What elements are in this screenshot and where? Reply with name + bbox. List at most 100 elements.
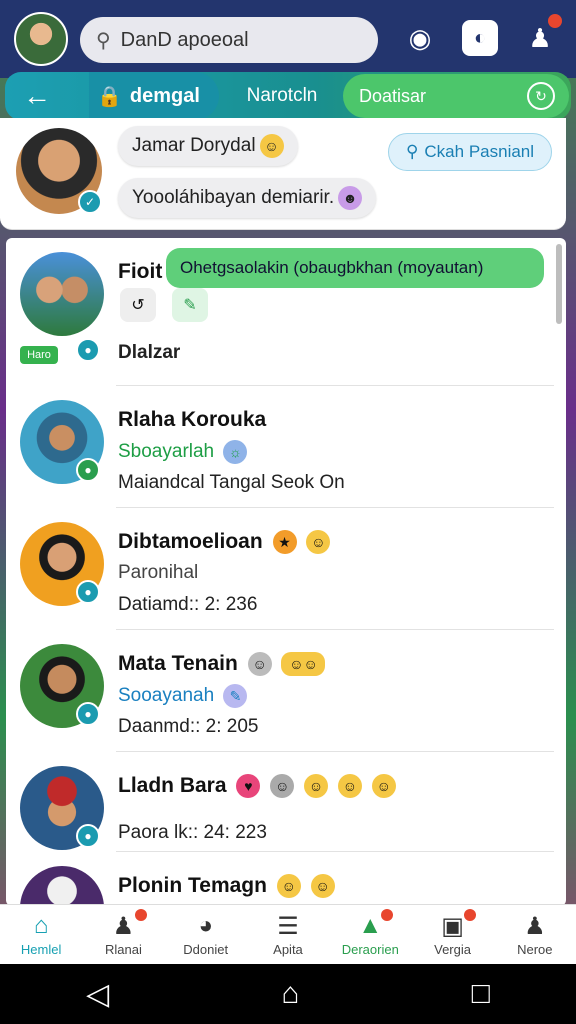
people-icon: ♟	[112, 913, 135, 940]
contact-message: Datiamd:: 2: 236	[118, 594, 258, 615]
status-icon: ●	[76, 824, 100, 848]
scrollbar[interactable]	[556, 244, 562, 324]
search-icon: ⚲	[405, 142, 419, 161]
contact-name: Plonin Temagn ☺ ☺	[118, 874, 335, 899]
status-icon: ●	[76, 338, 100, 362]
search-placeholder: DanD apoeoal	[120, 28, 249, 51]
nav-alert[interactable]: ▲ Deraorien	[329, 905, 411, 964]
profile-card: ✓ Jamar Dorydal ☺ Yoooláhibayan demiarir…	[0, 118, 566, 230]
edit-icon[interactable]: ✎	[172, 288, 208, 322]
nav-badge	[381, 909, 394, 921]
back-arrow-icon[interactable]: ←	[5, 72, 69, 120]
search-bar[interactable]: ⚲ DanD apoeoal	[80, 17, 378, 63]
tag-icon: ▣	[441, 913, 464, 940]
status-icon: ●	[76, 458, 100, 482]
nav-profile[interactable]: ♟ Neroe	[494, 905, 576, 964]
emoji-icon: ☻	[338, 186, 363, 210]
nav-menu-label: Apita	[273, 942, 303, 957]
bot-icon[interactable]: ◉	[402, 20, 438, 56]
smile-emoji-icon: ☺	[371, 774, 396, 799]
nav-home[interactable]: ⌂ Hemlel	[0, 905, 82, 964]
contact-name-text: Dibtamoelioan	[118, 530, 263, 553]
system-navigation: ◁ ⌂ □	[0, 964, 576, 1024]
search-icon: ⚲	[96, 29, 111, 52]
action-icon[interactable]: ↺	[120, 288, 156, 322]
contact-message: Paora lk:: 24: 223	[118, 822, 267, 843]
message-bubble-1: Jamar Dorydal ☺	[118, 126, 298, 166]
list-item[interactable]: ● Rlaha Korouka Sboayarlah ☼ Maiandcal T…	[6, 386, 554, 508]
contact-avatar	[20, 252, 104, 336]
globe-emoji-icon: ☼	[223, 440, 248, 464]
pen-emoji-icon: ✎	[223, 684, 248, 708]
back-triangle-icon[interactable]: ◁	[86, 977, 109, 1012]
nav-alert-label: Deraorien	[341, 942, 399, 957]
face-emoji-icon: ☺	[247, 652, 272, 677]
camera-icon[interactable]: ◐	[462, 20, 498, 56]
tab-active[interactable]: 🔒 demgal	[89, 72, 219, 120]
nav-badge	[463, 909, 476, 921]
user-avatar[interactable]	[14, 12, 68, 66]
contact-status: Sooayanah ✎	[118, 684, 248, 708]
smile-emoji-icon: ☺	[276, 874, 301, 899]
chat-button[interactable]: ⚲ Ckah Pasnianl	[388, 133, 552, 171]
home-icon: ⌂	[33, 912, 49, 939]
contact-status-text: Sooayanah	[118, 685, 215, 707]
smile-emoji-icon: ☺	[259, 134, 284, 158]
contact-status: Paronihal	[118, 562, 199, 583]
person-icon: ♟	[524, 913, 546, 940]
nav-home-label: Hemlel	[20, 942, 62, 957]
contact-name-text: Mata Tenain	[118, 652, 238, 675]
tab-right[interactable]: Doatisar ↻	[343, 74, 569, 118]
tab-middle[interactable]: Narotcln	[227, 72, 337, 120]
bubble-2-text: Yoooláhibayan demiarir.	[132, 187, 335, 208]
contact-status-text: Sboayarlah	[118, 441, 215, 463]
nav-tag-label: Vergia	[434, 942, 471, 957]
nav-menu[interactable]: ☰ Apita	[247, 905, 329, 964]
alert-icon: ▲	[358, 912, 383, 939]
neutral-emoji-icon: ☺	[306, 530, 331, 555]
bubble-1-text: Jamar Dorydal	[132, 135, 256, 156]
tab-active-label: demgal	[129, 84, 200, 107]
home-circle-icon[interactable]: ⌂	[281, 977, 299, 1011]
lock-icon: 🔒	[97, 85, 122, 108]
refresh-icon[interactable]: ↻	[527, 82, 555, 110]
contact-name: Mata Tenain ☺ ☺☺	[118, 652, 326, 677]
chat-button-label: Ckah Pasnianl	[424, 142, 535, 161]
bottom-navigation: ⌂ Hemlel ♟ Rlanai ◕ Ddoniet ☰ Apita ▲ De…	[0, 904, 576, 964]
contact-name-text: Lladn Bara	[118, 774, 227, 797]
status-icon: ●	[76, 580, 100, 604]
contact-name: Fioit	[118, 260, 163, 283]
contact-avatar	[20, 866, 104, 906]
message-bubble-2: Yoooláhibayan demiarir. ☻	[118, 178, 377, 218]
contact-status: Sboayarlah ☼	[118, 440, 248, 464]
heart-emoji-icon: ♥	[236, 774, 261, 799]
contact-message: Maiandcal Tangal Seok On	[118, 472, 345, 493]
list-item[interactable]: Plonin Temagn ☺ ☺	[6, 852, 554, 906]
contact-list: ● Fioit ↺ ✎ Dlalzar Haro ● Rlaha Korouka…	[6, 238, 566, 906]
status-tag: Haro	[20, 346, 58, 364]
top-app-bar: ⚲ DanD apoeoal ◉ ◐ ♟	[0, 0, 576, 78]
compass-icon: ◕	[198, 912, 213, 939]
fire-emoji-icon: ★	[272, 530, 297, 555]
online-badge-icon: ✓	[78, 190, 102, 214]
nav-tag[interactable]: ▣ Vergia	[411, 905, 493, 964]
notification-badge	[548, 14, 562, 28]
laugh-emoji-icon: ☺☺	[281, 652, 326, 677]
contact-name: Dibtamoelioan ★ ☺	[118, 530, 331, 555]
recents-square-icon[interactable]: □	[472, 977, 490, 1011]
message-popup[interactable]: Ohetgsaolakin (obaugbkhan (moyautan)	[166, 248, 544, 288]
nav-compass[interactable]: ◕ Ddoniet	[165, 905, 247, 964]
tab-bar: ← 🔒 demgal Narotcln Doatisar ↻	[5, 72, 571, 120]
tab-right-label: Doatisar	[359, 85, 427, 106]
contact-name: Rlaha Korouka	[118, 408, 267, 431]
smile-emoji-icon: ☺	[304, 774, 329, 799]
smile-emoji-icon: ☺	[310, 874, 335, 899]
menu-icon: ☰	[277, 913, 299, 940]
list-item[interactable]: ● Dibtamoelioan ★ ☺ Paronihal Datiamd:: …	[6, 508, 554, 630]
nav-people[interactable]: ♟ Rlanai	[82, 905, 164, 964]
smile-emoji-icon: ☺	[337, 774, 362, 799]
contact-name: Lladn Bara ♥ ☺ ☺ ☺ ☺	[118, 774, 396, 799]
list-item[interactable]: ● Mata Tenain ☺ ☺☺ Sooayanah ✎ Daanmd:: …	[6, 630, 554, 752]
contact-subtitle: Dlalzar	[118, 342, 181, 363]
nav-people-label: Rlanai	[104, 942, 142, 957]
